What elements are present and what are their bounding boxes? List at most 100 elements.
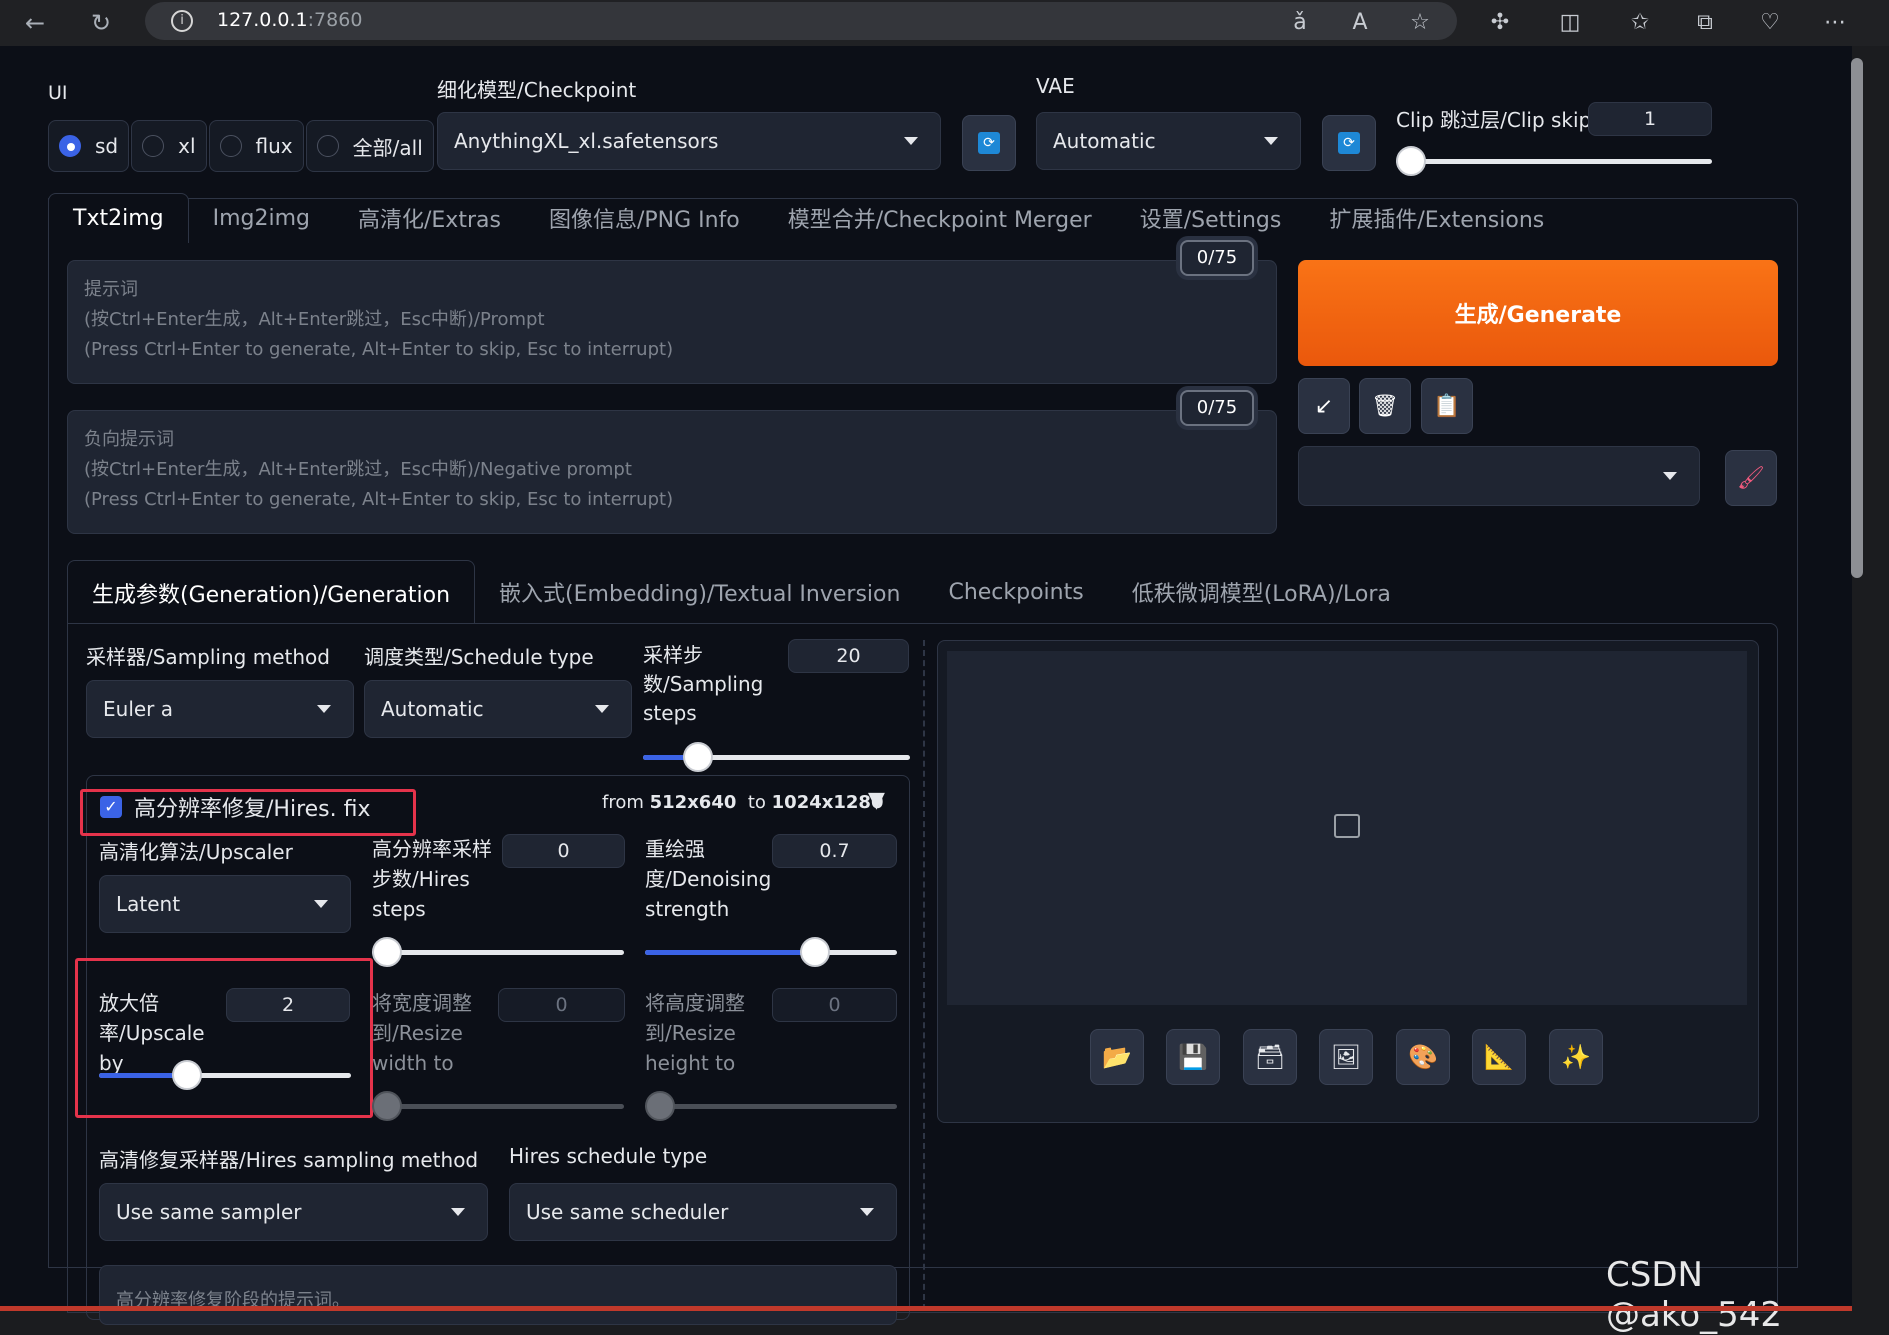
favorite-star-icon[interactable]: ☆ (1403, 6, 1437, 40)
ui-option-label: flux (255, 134, 293, 158)
read-params-button[interactable]: ↙ (1298, 378, 1350, 434)
hires-schedule-label: Hires schedule type (509, 1144, 708, 1168)
generate-button[interactable]: 生成/Generate (1298, 260, 1778, 366)
address-bar[interactable]: i 127.0.0.1:7860 (145, 2, 1457, 40)
checkpoint-label: 细化模型/Checkpoint (437, 78, 637, 102)
clip-skip-slider-handle[interactable] (1396, 146, 1426, 176)
send-to-img2img-button[interactable]: 🖼 (1319, 1029, 1373, 1085)
translate-icon[interactable]: ǎ (1283, 6, 1317, 40)
trash-icon: 🗑 (1371, 393, 1399, 419)
hires-size-info: from 512x640 to 1024x1280 (602, 792, 883, 813)
refresh-vae-button[interactable]: ⟳ (1322, 115, 1376, 171)
resize-height-slider-track[interactable] (645, 1104, 897, 1109)
resize-height-input[interactable]: 0 (772, 988, 897, 1022)
tab-settings[interactable]: 设置/Settings (1116, 193, 1306, 243)
resize-width-label: 将宽度调整到/Resize width to (372, 991, 472, 1075)
open-folder-button[interactable]: 📂 (1090, 1029, 1144, 1085)
checkpoint-dropdown[interactable]: AnythingXL_xl.safetensors (437, 112, 941, 170)
hires-prompt-textarea[interactable]: 高分辨率修复阶段的提示词。 (99, 1265, 897, 1325)
vae-dropdown[interactable]: Automatic (1036, 112, 1301, 170)
clear-prompt-button[interactable]: 🗑 (1359, 378, 1411, 434)
clip-skip-slider-track[interactable] (1396, 159, 1712, 164)
tab-txt2img[interactable]: Txt2img (48, 193, 189, 243)
hires-steps-input[interactable]: 0 (502, 834, 625, 868)
hires-steps-slider-track[interactable] (372, 950, 624, 955)
collections-icon[interactable]: ⧉ (1688, 6, 1722, 40)
hires-sampler-dropdown[interactable]: Use same sampler (99, 1183, 488, 1241)
styles-dropdown[interactable] (1298, 446, 1700, 506)
negative-prompt-textarea[interactable]: 负向提示词 (按Ctrl+Enter生成，Alt+Enter跳过，Esc中断)/… (67, 410, 1277, 534)
hires-steps-slider-handle[interactable] (372, 937, 402, 967)
send-to-inpaint-button[interactable]: 🎨 (1396, 1029, 1450, 1085)
bottom-border (0, 1306, 1852, 1311)
resize-width-input[interactable]: 0 (498, 988, 625, 1022)
read-aloud-icon[interactable]: A (1343, 6, 1377, 40)
tab-checkpoint-merger[interactable]: 模型合并/Checkpoint Merger (764, 193, 1116, 243)
checkpoint-value: AnythingXL_xl.safetensors (454, 129, 719, 153)
sampler-dropdown[interactable]: Euler a (86, 680, 354, 738)
radio-dot-icon (59, 135, 81, 157)
scrollbar-thumb[interactable] (1851, 58, 1863, 578)
upscale-by-input[interactable]: 2 (226, 988, 350, 1022)
prompt-textarea[interactable]: 提示词 (按Ctrl+Enter生成，Alt+Enter跳过，Esc中断)/Pr… (67, 260, 1277, 384)
hires-schedule-dropdown[interactable]: Use same scheduler (509, 1183, 897, 1241)
upscale-button[interactable]: ✨ (1549, 1029, 1603, 1085)
hires-fix-title: 高分辨率修复/Hires. fix (134, 797, 371, 822)
main-tabs: Txt2img Img2img 高清化/Extras 图像信息/PNG Info… (48, 193, 1568, 243)
clip-skip-input[interactable]: 1 (1588, 102, 1712, 136)
watermark: CSDN @ako_542 (1606, 1255, 1783, 1335)
sampling-steps-input[interactable]: 20 (788, 639, 909, 673)
refresh-checkpoint-button[interactable]: ⟳ (962, 115, 1016, 171)
favorites-icon[interactable]: ✩ (1623, 6, 1657, 40)
collapse-triangle-icon[interactable]: ▼ (868, 788, 885, 813)
sampling-steps-slider-handle[interactable] (683, 742, 713, 772)
chevron-down-icon (860, 1208, 874, 1216)
output-image-placeholder (947, 651, 1747, 1005)
resize-width-slider-track[interactable] (372, 1104, 624, 1109)
chevron-down-icon (1264, 137, 1278, 145)
hires-fix-checkbox[interactable]: ✓ (100, 796, 122, 818)
tab-png-info[interactable]: 图像信息/PNG Info (525, 193, 764, 243)
paste-style-button[interactable]: 📋 (1421, 378, 1473, 434)
chevron-down-icon (595, 705, 609, 713)
radio-dot-icon (316, 135, 339, 157)
ui-option-all[interactable]: 全部/all (305, 120, 434, 172)
from-prefix: from (602, 792, 644, 813)
edit-styles-button[interactable]: 🖌 (1725, 450, 1777, 506)
save-button[interactable]: 💾 (1166, 1029, 1220, 1085)
info-icon[interactable]: i (171, 10, 193, 32)
upscaler-dropdown[interactable]: Latent (99, 875, 351, 933)
health-icon[interactable]: ♡ (1753, 6, 1787, 40)
refresh-icon: ⟳ (1338, 132, 1360, 154)
clip-skip-label: Clip 跳过层/Clip skip (1396, 108, 1592, 132)
schedule-dropdown[interactable]: Automatic (364, 680, 632, 738)
denoising-input[interactable]: 0.7 (772, 834, 897, 868)
archive-icon: 🗃 (1254, 1043, 1286, 1071)
send-to-extras-button[interactable]: 📐 (1472, 1029, 1526, 1085)
tab-img2img[interactable]: Img2img (189, 193, 334, 243)
denoising-slider-handle[interactable] (800, 937, 830, 967)
tab-lora[interactable]: 低秩微调模型(LoRA)/Lora (1108, 560, 1415, 624)
tab-extensions[interactable]: 扩展插件/Extensions (1305, 193, 1568, 243)
more-menu-icon[interactable]: ⋯ (1818, 6, 1852, 40)
sampling-steps-label: 采样步数/Sampling steps (643, 643, 764, 725)
tab-generation[interactable]: 生成参数(Generation)/Generation (67, 560, 476, 624)
zip-button[interactable]: 🗃 (1243, 1029, 1297, 1085)
ui-option-xl[interactable]: xl (131, 120, 207, 172)
back-icon[interactable]: ← (20, 8, 50, 38)
extensions-icon[interactable]: ✣ (1483, 6, 1517, 40)
clipboard-icon: 📋 (1433, 393, 1461, 419)
tab-checkpoints[interactable]: Checkpoints (924, 560, 1107, 624)
reload-icon[interactable]: ↻ (86, 8, 116, 38)
chevron-down-icon (314, 900, 328, 908)
upscale-slider-handle[interactable] (172, 1060, 202, 1090)
resize-height-slider-handle[interactable] (645, 1091, 675, 1121)
split-screen-icon[interactable]: ◫ (1553, 6, 1587, 40)
ui-option-sd[interactable]: sd (48, 120, 130, 172)
sampler-label: 采样器/Sampling method (86, 645, 330, 669)
resize-width-slider-handle[interactable] (372, 1091, 402, 1121)
tab-textual-inversion[interactable]: 嵌入式(Embedding)/Textual Inversion (475, 560, 924, 624)
tab-extras[interactable]: 高清化/Extras (334, 193, 525, 243)
ui-option-flux[interactable]: flux (208, 120, 304, 172)
denoising-label: 重绘强度/Denoising strength (645, 837, 772, 921)
